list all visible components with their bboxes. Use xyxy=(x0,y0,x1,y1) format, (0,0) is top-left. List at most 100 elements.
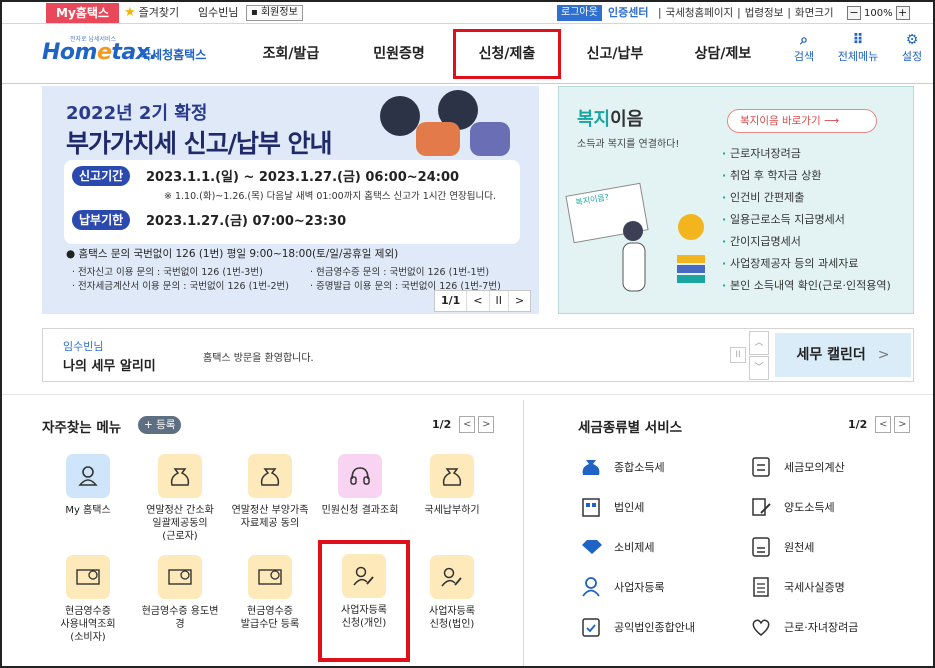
heart-icon xyxy=(750,616,772,638)
quick-menu-label: 현금영수증 발급수단 등록 xyxy=(240,606,300,630)
quick-menu-label: My 홈택스 xyxy=(65,505,111,516)
building-icon xyxy=(580,496,602,518)
law-info-link[interactable]: 법령정보 xyxy=(743,7,786,19)
member-info-button[interactable]: ▪ 회원정보 xyxy=(246,5,303,21)
quick-menu-next-button[interactable]: > xyxy=(478,416,495,433)
nts-homepage-link[interactable]: 국세청홈페이지 xyxy=(664,7,736,19)
quick-menu-item[interactable]: 현금영수증 용도변 경 xyxy=(134,555,226,631)
tax-calendar-button[interactable]: 세무 캘린더 > xyxy=(775,333,911,377)
welfare-item[interactable]: 취업 후 학자금 상환 xyxy=(722,165,891,187)
quick-menu-item[interactable]: 사업자등록 신청(법인) xyxy=(406,555,498,631)
tax-service-item[interactable]: 양도소득세 xyxy=(750,496,835,518)
tax-service-item[interactable]: 법인세 xyxy=(580,496,644,518)
separator: | xyxy=(658,7,662,19)
quick-menu-item[interactable]: 국세납부하기 xyxy=(406,454,498,517)
section-divider xyxy=(2,394,933,395)
welfare-item[interactable]: 근로자녀장려금 xyxy=(722,143,891,165)
tax-service-label: 양도소득세 xyxy=(784,501,835,514)
notifier-down-button[interactable]: ﹀ xyxy=(749,356,769,380)
quick-menu-item[interactable]: 현금영수증 발급수단 등록 xyxy=(224,555,316,631)
banner-next-button[interactable]: > xyxy=(508,291,530,311)
quick-menu-item[interactable]: 현금영수증 사용내역조회 (소비자) xyxy=(42,555,134,644)
welfare-item[interactable]: 사업장제공자 등의 과세자료 xyxy=(722,253,891,275)
quick-menu-pager: 1/2 < > xyxy=(432,416,495,433)
quick-menu-item[interactable]: 민원신청 결과조회 xyxy=(314,454,406,517)
clipboard-check-icon xyxy=(580,616,602,638)
tax-notifier-bar: 임수빈님 나의 세무 알리미 홈택스 방문을 환영합니다. II ︿ ﹀ 세무 … xyxy=(42,328,914,382)
nav-consult-report[interactable]: 상담/제보 xyxy=(669,24,777,84)
payment-deadline-text: 2023.1.27.(금) 07:00~23:30 xyxy=(146,214,347,229)
welfare-item[interactable]: 간이지급명세서 xyxy=(722,231,891,253)
quick-menu-item[interactable]: 연말정산 부양가족 자료제공 동의 xyxy=(224,454,316,530)
tax-service-item[interactable]: 국세사실증명 xyxy=(750,576,845,598)
main-nav: 조회/발급 민원증명 신청/제출 신고/납부 상담/제보 xyxy=(237,24,777,84)
welfare-item[interactable]: 일용근로소득 지급명세서 xyxy=(722,209,891,231)
search-button[interactable]: ⌕ 검색 xyxy=(782,32,826,64)
tax-service-label: 소비제세 xyxy=(614,541,655,554)
member-info-label: 회원정보 xyxy=(260,7,298,18)
welfare-illustration xyxy=(622,214,705,292)
cert-center-link[interactable]: 인증센터 xyxy=(608,4,648,22)
tax-service-item[interactable]: 세금모의계산 xyxy=(750,456,845,478)
money-bag-icon xyxy=(580,456,602,478)
vat-banner[interactable]: 2022년 2기 확정 부가가치세 신고/납부 안내 신고기간 2023.1.1… xyxy=(42,86,539,314)
all-menu-label: 전체메뉴 xyxy=(837,50,879,63)
myhome-tab[interactable]: My홈택스 xyxy=(46,3,119,23)
banner-page-indicator: 1/1 xyxy=(441,294,461,307)
tax-service-item[interactable]: 원천세 xyxy=(750,536,814,558)
zoom-control: − 100% + xyxy=(847,5,910,21)
receipt-doc-icon xyxy=(750,536,772,558)
quick-menu-add-button[interactable]: + 등록 xyxy=(138,416,182,434)
main-header: 전자로 납세서비스 Hometax. 국세청홈택스 조회/발급 민원증명 신청/… xyxy=(2,24,933,84)
separator: | xyxy=(787,7,791,19)
nav-civil-certificate[interactable]: 민원증명 xyxy=(345,24,453,84)
user-edit-icon xyxy=(430,555,474,599)
tax-service-label: 세금모의계산 xyxy=(784,461,845,474)
payment-deadline-badge: 납부기한 xyxy=(72,210,131,230)
logout-button[interactable]: 로그아웃 xyxy=(557,5,602,21)
notifier-message: 홈택스 방문을 환영합니다. xyxy=(203,353,314,364)
nav-inquiry-issue[interactable]: 조회/발급 xyxy=(237,24,345,84)
zoom-in-button[interactable]: + xyxy=(895,6,910,20)
welfare-item[interactable]: 본인 소득내역 확인(근로·인적용역) xyxy=(722,275,891,297)
favorites-link[interactable]: ★ 즐겨찾기 xyxy=(124,4,179,22)
quick-menu-item-highlighted[interactable]: 사업자등록 신청(개인) xyxy=(318,540,410,662)
banner-pause-button[interactable]: II xyxy=(488,291,509,311)
tax-services-prev-button[interactable]: < xyxy=(875,416,892,433)
tax-service-item[interactable]: 공익법인종합안내 xyxy=(580,616,695,638)
welfare-subtitle: 소득과 복지를 연결하다! xyxy=(577,139,680,150)
receipt-icon xyxy=(158,555,202,599)
nav-report-payment[interactable]: 신고/납부 xyxy=(561,24,669,84)
zoom-value: 100% xyxy=(864,7,893,19)
quick-menu-item[interactable]: My 홈택스 xyxy=(42,454,134,517)
banner-prev-button[interactable]: < xyxy=(466,291,488,311)
notifier-title: 나의 세무 알리미 xyxy=(63,359,156,374)
quick-menu-label: 사업자등록 신청(개인) xyxy=(341,605,387,629)
utility-links: | 국세청홈페이지 | 법령정보 | 화면크기 xyxy=(656,4,836,22)
tax-service-item[interactable]: 근로·자녀장려금 xyxy=(750,616,858,638)
nav-application-submission[interactable]: 신청/제출 xyxy=(453,29,561,79)
zoom-out-button[interactable]: − xyxy=(847,6,861,20)
gear-icon: ⚙ xyxy=(905,32,919,48)
tax-service-item[interactable]: 사업자등록 xyxy=(580,576,665,598)
page-frame: My홈택스 ★ 즐겨찾기 임수빈님 ▪ 회원정보 로그아웃 인증센터 | 국세청홈페… xyxy=(0,0,935,668)
settings-label: 설정 xyxy=(901,50,923,63)
welfare-list: 근로자녀장려금 취업 후 학자금 상환 인건비 간편제출 일용근로소득 지급명세… xyxy=(722,143,891,297)
filing-period-badge: 신고기간 xyxy=(72,166,131,186)
tax-service-label: 근로·자녀장려금 xyxy=(784,621,859,634)
quick-menu-item[interactable]: 연말정산 간소화 일괄제공동의 (근로자) xyxy=(134,454,226,543)
notifier-up-button[interactable]: ︿ xyxy=(749,331,769,355)
settings-button[interactable]: ⚙ 설정 xyxy=(890,32,933,64)
user-icon xyxy=(580,576,602,598)
hometax-logo[interactable]: 전자로 납세서비스 Hometax. 국세청홈택스 xyxy=(42,34,207,74)
tax-services-next-button[interactable]: > xyxy=(894,416,911,433)
tax-service-item[interactable]: 종합소득세 xyxy=(580,456,665,478)
tax-service-item[interactable]: 소비제세 xyxy=(580,536,654,558)
notifier-pause-button[interactable]: II xyxy=(730,347,746,363)
welfare-shortcut-button[interactable]: 복지이음 바로가기 ⟶ xyxy=(727,109,877,133)
money-bag-icon xyxy=(248,454,292,498)
welfare-item[interactable]: 인건비 간편제출 xyxy=(722,187,891,209)
search-label: 검색 xyxy=(793,50,815,63)
quick-menu-prev-button[interactable]: < xyxy=(459,416,476,433)
all-menu-button[interactable]: ⠿ 전체메뉴 xyxy=(836,32,880,64)
